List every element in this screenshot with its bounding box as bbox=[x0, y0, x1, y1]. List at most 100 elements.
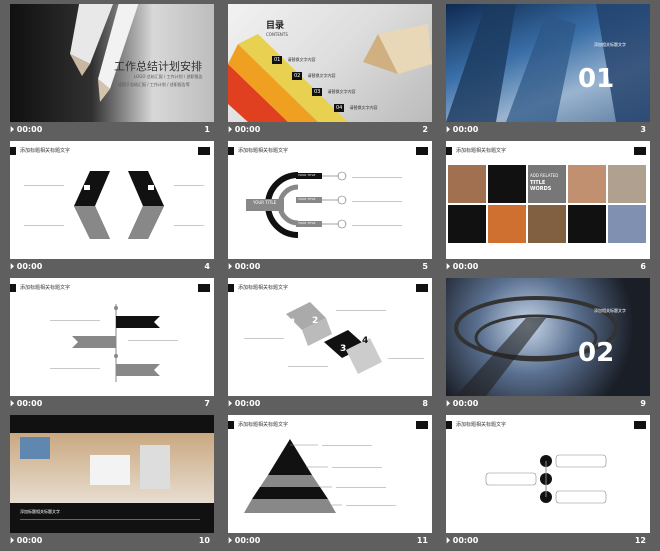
slide-thumbnail[interactable]: 添加标题相关标题文字 bbox=[10, 278, 214, 396]
slide-4[interactable]: 添加标题相关标题文字 ⏵ 00:00 4 bbox=[10, 141, 214, 277]
slide-number: 2 bbox=[422, 125, 428, 134]
text-line bbox=[322, 445, 372, 446]
slide-number: 1 bbox=[204, 125, 210, 134]
slide-7[interactable]: 添加标题相关标题文字 ⏵ 00:00 7 bbox=[10, 278, 214, 414]
slide-11[interactable]: 添加标题相关标题文字 ⏵ 00:00 11 bbox=[228, 415, 432, 551]
text-line bbox=[244, 338, 284, 339]
toc-item-number: 04 bbox=[334, 104, 345, 112]
slide-5[interactable]: 添加标题相关标题文字 YOUR TITLE YOUR TITLE YOUR TI… bbox=[228, 141, 432, 277]
timing-label: ⏵ 00:00 bbox=[446, 536, 479, 545]
dark-tile bbox=[488, 165, 526, 203]
slide-meta: ⏵ 00:00 10 bbox=[10, 533, 214, 551]
slide-meta: ⏵ 00:00 2 bbox=[228, 122, 432, 140]
title-tile: ADD RELATED TITLE WORDS bbox=[528, 165, 566, 203]
photo-tile bbox=[448, 165, 486, 203]
slide-time: 00:00 bbox=[452, 262, 479, 271]
dark-tile bbox=[448, 205, 486, 243]
slide-number: 9 bbox=[640, 399, 646, 408]
flow-diagram bbox=[485, 454, 607, 504]
center-label: YOUR TITLE bbox=[253, 200, 277, 205]
slide-3[interactable]: 01 添加相关标题文字 ⏵ 00:00 3 bbox=[446, 4, 650, 140]
slide-thumbnail[interactable]: 添加标题相关标题文字 1 2 3 4 bbox=[228, 278, 432, 396]
arrow-diagram bbox=[74, 171, 164, 239]
photo-tile bbox=[488, 205, 526, 243]
slide-thumbnail[interactable]: 添加标题相关标题文字 ADD RELATED TITLE WORDS bbox=[446, 141, 650, 259]
toc-item-text: 请替换文字内容 bbox=[349, 105, 378, 110]
slide-time: 00:00 bbox=[16, 262, 43, 271]
timing-label: ⏵ 00:00 bbox=[446, 125, 479, 134]
buildings-image bbox=[446, 4, 650, 122]
text-line bbox=[128, 340, 178, 341]
header-marker bbox=[446, 147, 452, 155]
section-label: 添加相关标题文字 bbox=[594, 308, 626, 313]
slide-subtitle-2: 适用于总结汇报 / 工作计划 / 述职报告等 bbox=[118, 82, 190, 87]
slide-9[interactable]: 02 添加相关标题文字 ⏵ 00:00 9 bbox=[446, 278, 650, 414]
section-label: 添加相关标题文字 bbox=[594, 42, 626, 47]
photo-book bbox=[20, 437, 50, 459]
photo-tile bbox=[528, 205, 566, 243]
slide-meta: ⏵ 00:00 7 bbox=[10, 396, 214, 414]
slide-header: 添加标题相关标题文字 bbox=[456, 148, 507, 154]
slide-10[interactable]: 添加标题相关标题文字 ⏵ 00:00 10 bbox=[10, 415, 214, 551]
pyramid-diagram bbox=[244, 439, 342, 513]
slide-thumbnail[interactable]: 目录 CONTENTS 01 请替换文字内容 02 请替换文字内容 03 请替换… bbox=[228, 4, 432, 122]
text-line bbox=[50, 368, 100, 369]
text-line bbox=[336, 310, 386, 311]
slide-6[interactable]: 添加标题相关标题文字 ADD RELATED TITLE WORDS ⏵ 00:… bbox=[446, 141, 650, 277]
tile-subtitle: TITLE WORDS bbox=[530, 180, 552, 192]
branch-label: YOUR TITLE bbox=[298, 197, 316, 201]
slide-thumbnail[interactable]: 添加标题相关标题文字 YOUR TITLE YOUR TITLE YOUR TI… bbox=[228, 141, 432, 259]
slide-title: 工作总结计划安排 bbox=[114, 60, 202, 73]
text-line bbox=[24, 185, 64, 186]
slide-time: 00:00 bbox=[234, 399, 261, 408]
slide-meta: ⏵ 00:00 5 bbox=[228, 259, 432, 277]
slide-thumbnail[interactable]: 添加标题相关标题文字 bbox=[10, 415, 214, 533]
text-line bbox=[388, 358, 424, 359]
text-line bbox=[332, 467, 382, 468]
slide-subtitle: LOGO 总结汇报 / 工作计划 / 述职报告 bbox=[134, 74, 203, 79]
corner-marker bbox=[634, 147, 646, 155]
slide-time: 00:00 bbox=[16, 399, 43, 408]
timing-label: ⏵ 00:00 bbox=[10, 399, 43, 408]
slide-1[interactable]: 工作总结计划安排 LOGO 总结汇报 / 工作计划 / 述职报告 适用于总结汇报… bbox=[10, 4, 214, 140]
slide-time: 00:00 bbox=[452, 125, 479, 134]
slide-meta: ⏵ 00:00 9 bbox=[446, 396, 650, 414]
slide-meta: ⏵ 00:00 3 bbox=[446, 122, 650, 140]
slide-time: 00:00 bbox=[16, 125, 43, 134]
text-line bbox=[346, 505, 396, 506]
slide-meta: ⏵ 00:00 6 bbox=[446, 259, 650, 277]
timeline-diagram bbox=[72, 304, 160, 382]
slide-thumbnail[interactable]: 添加标题相关标题文字 bbox=[228, 415, 432, 533]
branch-label: YOUR TITLE bbox=[298, 173, 316, 177]
photo-card bbox=[90, 455, 130, 485]
slide-thumbnail[interactable]: 工作总结计划安排 LOGO 总结汇报 / 工作计划 / 述职报告 适用于总结汇报… bbox=[10, 4, 214, 122]
text-line bbox=[50, 320, 100, 321]
toc-title: 目录 bbox=[266, 21, 285, 31]
branch-label: YOUR TITLE bbox=[298, 221, 316, 225]
steps-diagram bbox=[286, 302, 382, 374]
toc-item: 04 请替换文字内容 bbox=[334, 94, 377, 113]
section-number: 01 bbox=[578, 64, 615, 94]
timing-label: ⏵ 00:00 bbox=[228, 536, 261, 545]
timing-label: ⏵ 00:00 bbox=[228, 125, 261, 134]
slide-8[interactable]: 添加标题相关标题文字 1 2 3 4 ⏵ 00:00 8 bbox=[228, 278, 432, 414]
slide-12[interactable]: 添加标题相关标题文字 ⏵ 00:00 12 bbox=[446, 415, 650, 551]
section-number: 02 bbox=[578, 338, 615, 368]
timing-label: ⏵ 00:00 bbox=[228, 262, 261, 271]
text-line bbox=[24, 225, 64, 226]
slide-thumbnail[interactable]: 添加标题相关标题文字 bbox=[10, 141, 214, 259]
timing-label: ⏵ 00:00 bbox=[10, 262, 43, 271]
step-number: 4 bbox=[362, 336, 369, 346]
text-line bbox=[352, 201, 402, 202]
slide-meta: ⏵ 00:00 11 bbox=[228, 533, 432, 551]
tile-title: ADD RELATED bbox=[530, 173, 559, 178]
text-line bbox=[352, 177, 402, 178]
photo-tile bbox=[608, 165, 646, 203]
step-number: 2 bbox=[312, 316, 319, 326]
slide-thumbnail[interactable]: 02 添加相关标题文字 bbox=[446, 278, 650, 396]
slide-2[interactable]: 目录 CONTENTS 01 请替换文字内容 02 请替换文字内容 03 请替换… bbox=[228, 4, 432, 140]
slide-thumbnail[interactable]: 01 添加相关标题文字 bbox=[446, 4, 650, 122]
slide-number: 6 bbox=[640, 262, 646, 271]
slide-number: 5 bbox=[422, 262, 428, 271]
slide-thumbnail[interactable]: 添加标题相关标题文字 bbox=[446, 415, 650, 533]
